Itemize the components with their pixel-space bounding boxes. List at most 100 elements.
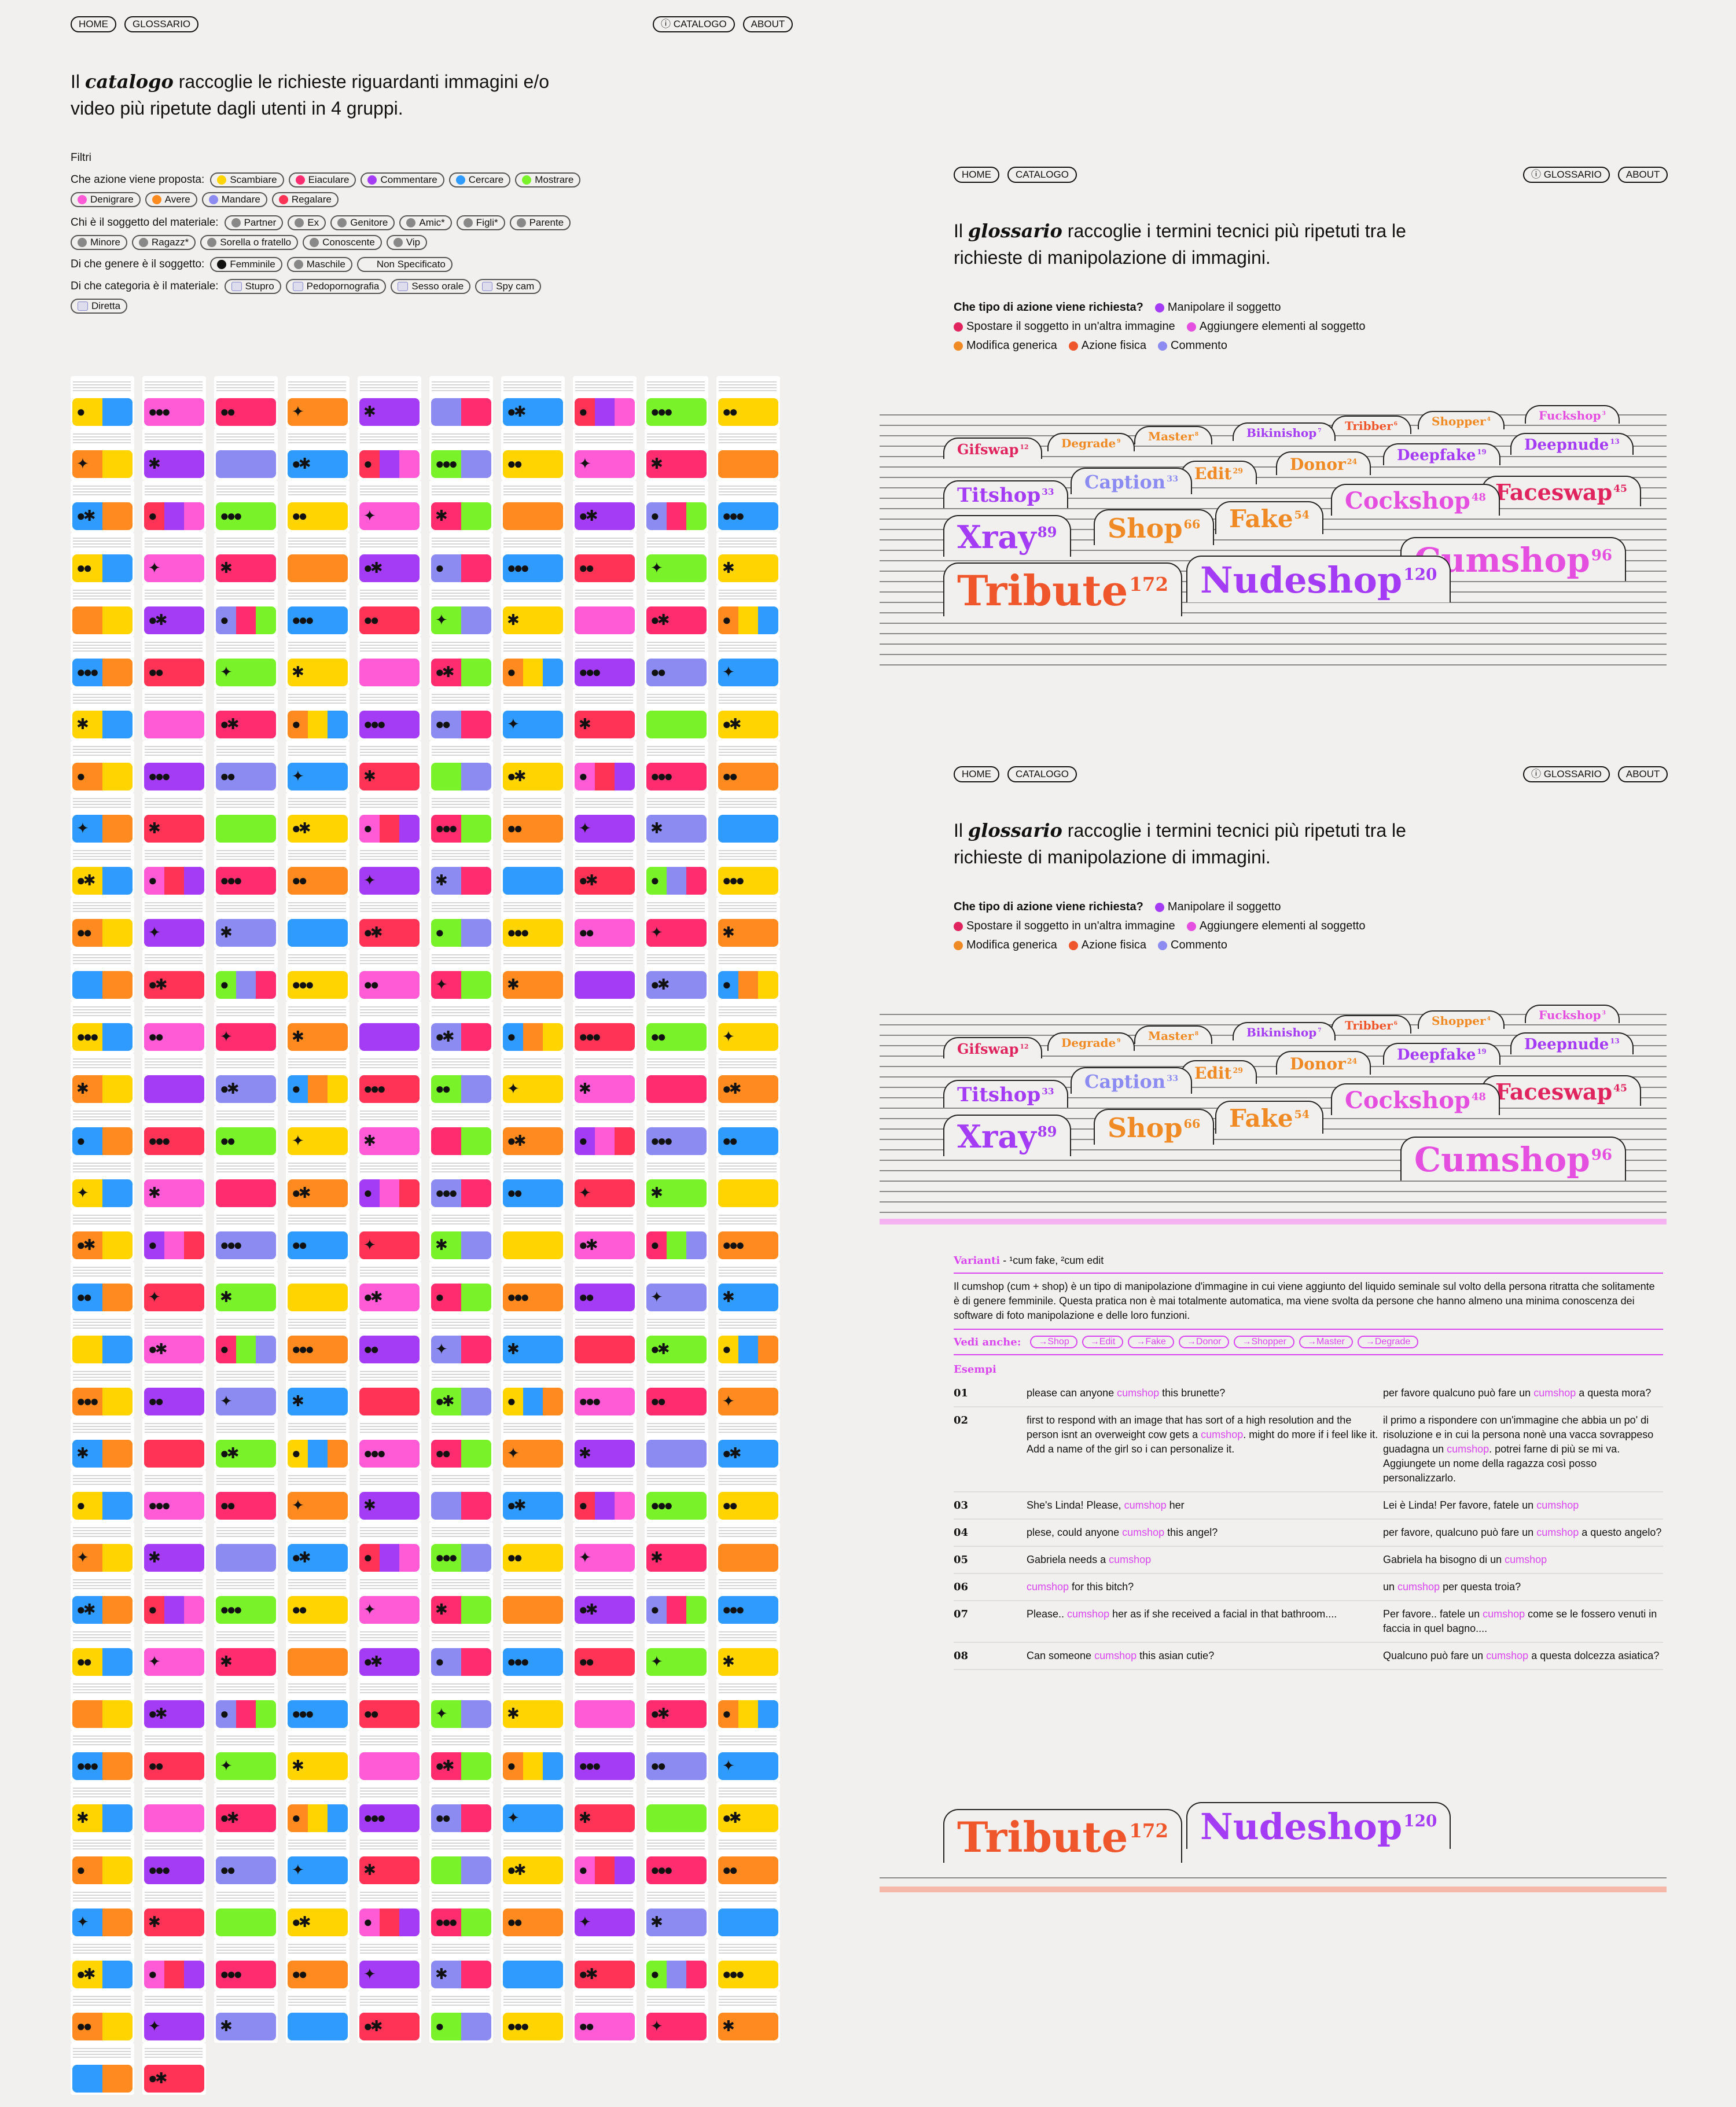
catalog-card[interactable]: ✦ (645, 1262, 708, 1314)
catalog-card[interactable]: ● (71, 1105, 134, 1157)
catalog-card[interactable]: ●● (71, 532, 134, 584)
catalog-card[interactable]: ●✱ (71, 480, 134, 532)
nav-about[interactable]: ABOUT (1617, 766, 1668, 782)
catalog-card[interactable]: ● (429, 897, 493, 949)
catalog-card[interactable] (573, 1314, 637, 1366)
filter-genere-chip[interactable]: Femminile (210, 257, 282, 272)
catalog-card[interactable]: ✦ (501, 1053, 565, 1105)
catalog-card[interactable]: ●● (645, 1001, 708, 1053)
catalog-card[interactable]: ●●● (142, 1834, 206, 1887)
catalog-card[interactable]: ● (573, 1105, 637, 1157)
catalog-card[interactable]: ✱ (716, 897, 780, 949)
catalog-card[interactable]: ✦ (286, 1834, 350, 1887)
catalog-card[interactable] (429, 1470, 493, 1522)
legend-item[interactable]: Aggiungere elementi al soggetto (1186, 920, 1366, 933)
catalog-card[interactable] (214, 1887, 278, 1939)
filter-categoria-chip[interactable]: Diretta (71, 299, 128, 314)
catalog-card[interactable]: ✱ (573, 1782, 637, 1834)
catalog-card[interactable]: ✱ (501, 1314, 565, 1366)
catalog-card[interactable]: ●●● (429, 1157, 493, 1209)
filter-soggetto-chip[interactable]: Ragazz* (131, 235, 196, 250)
tag-tribber[interactable]: Tribber 6 (1331, 415, 1412, 434)
catalog-card[interactable]: ✱ (645, 1522, 708, 1574)
nav-home[interactable]: HOME (954, 167, 999, 183)
vedi-anche-chip[interactable]: →Edit (1082, 1336, 1124, 1348)
filter-genere-chip[interactable]: Non Specificato (356, 257, 453, 272)
catalog-card[interactable]: ●●● (214, 480, 278, 532)
tag-deepfake[interactable]: Deepfake 19 (1383, 1043, 1500, 1065)
filter-azione-chip[interactable]: Mandare (201, 192, 267, 207)
catalog-card[interactable]: ●✱ (501, 1105, 565, 1157)
catalog-card[interactable]: ✱ (429, 1574, 493, 1626)
catalog-card[interactable]: ✱ (716, 1626, 780, 1678)
catalog-card[interactable]: ●✱ (573, 845, 637, 897)
catalog-card[interactable]: ●✱ (501, 1834, 565, 1887)
catalog-card[interactable]: ●✱ (501, 741, 565, 793)
catalog-card[interactable]: ✱ (645, 793, 708, 845)
tag-master[interactable]: Master 8 (1134, 426, 1213, 444)
catalog-card[interactable]: ●● (214, 1834, 278, 1887)
tag-nudeshop[interactable]: Nudeshop120 (1186, 1802, 1451, 1849)
catalog-card[interactable]: ● (716, 949, 780, 1001)
catalog-card[interactable]: ●✱ (142, 584, 206, 637)
catalog-card[interactable]: ●✱ (645, 1678, 708, 1730)
catalog-card[interactable]: ✱ (286, 637, 350, 689)
catalog-card[interactable]: ● (214, 1678, 278, 1730)
catalog-card[interactable] (716, 1522, 780, 1574)
catalog-card[interactable]: ●●● (71, 1001, 134, 1053)
catalog-card[interactable]: ●●● (71, 637, 134, 689)
catalog-card[interactable]: ✦ (716, 637, 780, 689)
catalog-card[interactable]: ●●● (214, 1939, 278, 1991)
catalog-card[interactable]: ●● (716, 1834, 780, 1887)
catalog-card[interactable]: ● (358, 1522, 421, 1574)
catalog-card[interactable]: ●●● (358, 1782, 421, 1834)
nav-glossario[interactable]: ⓘ GLOSSARIO (1523, 766, 1610, 782)
catalog-card[interactable]: ✦ (286, 376, 350, 428)
catalog-card[interactable]: ●●● (429, 793, 493, 845)
catalog-card[interactable]: ●● (358, 949, 421, 1001)
tag-donor[interactable]: Donor 24 (1276, 451, 1371, 475)
filter-categoria-chip[interactable]: Pedopornografia (285, 279, 387, 294)
vedi-anche-chip[interactable]: →Shopper (1234, 1336, 1294, 1348)
catalog-card[interactable] (716, 793, 780, 845)
catalog-card[interactable]: ● (286, 689, 350, 741)
catalog-card[interactable]: ✱ (142, 1887, 206, 1939)
legend-item[interactable]: Modifica generica (954, 339, 1057, 352)
catalog-card[interactable] (645, 1053, 708, 1105)
catalog-card[interactable]: ●✱ (501, 376, 565, 428)
catalog-card[interactable]: ●✱ (358, 1626, 421, 1678)
catalog-card[interactable]: ●✱ (645, 949, 708, 1001)
tag-shop[interactable]: Shop66 (1094, 1109, 1215, 1145)
catalog-card[interactable]: ●●● (358, 1418, 421, 1470)
catalog-card[interactable]: ● (573, 376, 637, 428)
catalog-card[interactable]: ✦ (214, 1001, 278, 1053)
catalog-card[interactable]: ●● (142, 637, 206, 689)
catalog-card[interactable]: ●✱ (573, 1209, 637, 1262)
legend-item[interactable]: Commento (1158, 939, 1227, 952)
legend-item[interactable]: Modifica generica (954, 939, 1057, 952)
catalog-card[interactable]: ●●● (573, 637, 637, 689)
catalog-card[interactable]: ● (142, 1209, 206, 1262)
vedi-anche-chip[interactable]: →Donor (1178, 1336, 1230, 1348)
catalog-card[interactable]: ●●● (429, 1887, 493, 1939)
catalog-card[interactable]: ✱ (71, 1053, 134, 1105)
catalog-card[interactable]: ✱ (358, 1834, 421, 1887)
filter-soggetto-chip[interactable]: Sorella o fratello (200, 235, 299, 250)
catalog-card[interactable] (214, 1522, 278, 1574)
catalog-card[interactable]: ●● (358, 584, 421, 637)
catalog-card[interactable]: ●✱ (214, 1053, 278, 1105)
catalog-card[interactable] (716, 1887, 780, 1939)
catalog-card[interactable]: ✱ (142, 1157, 206, 1209)
catalog-card[interactable]: ●● (573, 1626, 637, 1678)
catalog-card[interactable] (142, 1053, 206, 1105)
catalog-card[interactable]: ●✱ (71, 1209, 134, 1262)
catalog-card[interactable]: ● (573, 1834, 637, 1887)
catalog-card[interactable]: ● (429, 1626, 493, 1678)
nav-catalogo[interactable]: ⓘ CATALOGO (653, 16, 735, 32)
legend-item[interactable]: Azione fisica (1068, 339, 1146, 352)
catalog-card[interactable]: ✦ (573, 1157, 637, 1209)
tag-cumshop[interactable]: Cumshop96 (1400, 1137, 1627, 1181)
catalog-card[interactable]: ✱ (286, 1730, 350, 1782)
catalog-card[interactable]: ● (142, 480, 206, 532)
catalog-card[interactable]: ✦ (716, 1366, 780, 1418)
